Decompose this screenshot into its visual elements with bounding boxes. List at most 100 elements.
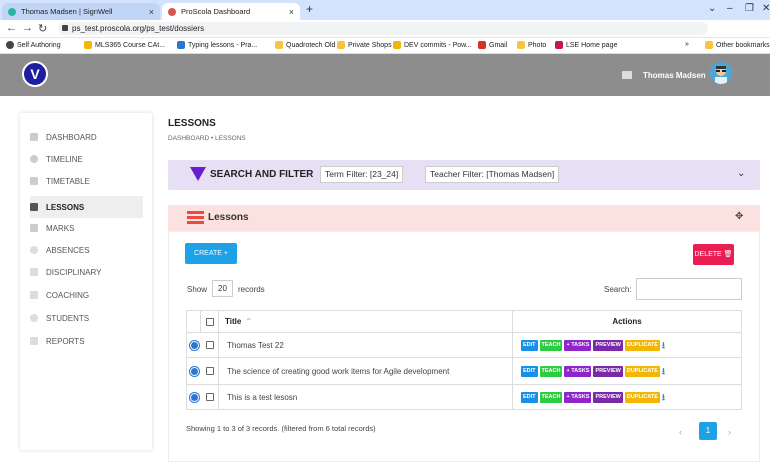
row-checkbox[interactable] bbox=[205, 341, 214, 349]
url-field[interactable]: ps_test.proscola.org/ps_test/dossiers bbox=[58, 22, 708, 35]
close-tab-icon[interactable]: × bbox=[149, 7, 154, 17]
lesson-title[interactable]: Thomas Test 22 bbox=[219, 333, 513, 357]
actions-cell: EDIT TEACH + TASKS PREVIEW DUPLICATE ⭳ bbox=[513, 333, 741, 357]
gmail-icon bbox=[478, 41, 486, 49]
bookmark-item[interactable]: Quadrotech Old bbox=[275, 41, 335, 49]
sidebar-item-absences[interactable]: ABSENCES bbox=[30, 241, 143, 259]
lesson-title[interactable]: This is a test lesosn bbox=[219, 385, 513, 409]
bookmark-item[interactable]: Typing lessons - Pra... bbox=[177, 41, 257, 49]
more-bookmarks-button[interactable]: » bbox=[685, 41, 689, 48]
avatar[interactable] bbox=[710, 62, 732, 84]
term-filter-chip[interactable]: Term Filter: [23_24] bbox=[320, 166, 404, 183]
bookmark-item[interactable]: Gmail bbox=[478, 41, 507, 49]
pagination-current-page[interactable]: 1 bbox=[699, 422, 717, 440]
bookmark-item[interactable]: Self Authoring bbox=[6, 41, 61, 49]
close-tab-icon[interactable]: × bbox=[289, 7, 294, 17]
select-all-checkbox[interactable] bbox=[205, 317, 214, 326]
bookmark-icon bbox=[177, 41, 185, 49]
search-input[interactable] bbox=[636, 278, 742, 300]
sidebar-item-disciplinary[interactable]: DISCIPLINARY bbox=[30, 263, 143, 281]
expand-row-icon[interactable] bbox=[189, 392, 199, 402]
sidebar-item-dashboard[interactable]: DASHBOARD bbox=[30, 128, 143, 146]
sidebar-item-timetable[interactable]: TIMETABLE bbox=[30, 172, 143, 190]
sidebar-item-reports[interactable]: REPORTS bbox=[30, 332, 143, 350]
teach-button[interactable]: TEACH bbox=[539, 339, 563, 351]
chevron-down-icon[interactable]: ⌄ bbox=[737, 168, 745, 179]
download-icon[interactable]: ⭳ bbox=[662, 340, 672, 350]
edit-button[interactable]: EDIT bbox=[521, 391, 538, 403]
back-icon[interactable]: ← bbox=[6, 22, 17, 34]
sort-icon: ⌃ bbox=[245, 317, 253, 326]
duplicate-button[interactable]: DUPLICATE bbox=[624, 391, 660, 403]
expand-cell bbox=[187, 333, 201, 357]
reload-icon[interactable]: ↻ bbox=[38, 22, 47, 35]
sidebar-item-lessons[interactable]: LESSONS bbox=[30, 196, 143, 218]
checkbox-cell bbox=[201, 358, 219, 384]
folder-icon bbox=[705, 41, 713, 49]
bookmark-item[interactable]: DEV commits - Pow... bbox=[393, 41, 472, 49]
students-icon bbox=[30, 314, 38, 322]
forward-icon[interactable]: → bbox=[22, 22, 33, 34]
teacher-filter-chip[interactable]: Teacher Filter: [Thomas Madsen] bbox=[425, 166, 560, 183]
user-name[interactable]: Thomas Madsen bbox=[643, 71, 706, 80]
proscola-favicon-icon bbox=[168, 7, 176, 16]
tasks-button[interactable]: + TASKS bbox=[564, 339, 592, 351]
minimize-button[interactable]: – bbox=[727, 3, 733, 14]
lesson-title[interactable]: The science of creating good work items … bbox=[219, 358, 513, 384]
expand-row-icon[interactable] bbox=[189, 366, 199, 376]
sidebar: DASHBOARD TIMELINE TIMETABLE LESSONS MAR… bbox=[20, 113, 152, 450]
folder-icon bbox=[517, 41, 525, 49]
tab-title: ProScola Dashboard bbox=[181, 7, 251, 16]
records-summary: Showing 1 to 3 of 3 records. (filtered f… bbox=[186, 424, 376, 433]
proscola-logo-icon[interactable]: V bbox=[22, 61, 48, 87]
folder-icon bbox=[337, 41, 345, 49]
bookmark-icon bbox=[6, 41, 14, 49]
create-button[interactable]: CREATE + bbox=[185, 243, 237, 264]
duplicate-button[interactable]: DUPLICATE bbox=[624, 365, 660, 377]
sidebar-item-marks[interactable]: MARKS bbox=[30, 219, 143, 237]
id-card-icon bbox=[622, 71, 632, 79]
duplicate-button[interactable]: DUPLICATE bbox=[624, 339, 660, 351]
close-window-button[interactable]: ✕ bbox=[762, 3, 770, 14]
title-column-header[interactable]: Title ⌃ bbox=[219, 311, 513, 332]
download-icon[interactable]: ⭳ bbox=[662, 366, 672, 376]
tab-search-icon[interactable]: ⌄ bbox=[708, 3, 716, 14]
move-icon[interactable]: ✥ bbox=[735, 211, 743, 222]
preview-button[interactable]: PREVIEW bbox=[593, 365, 623, 377]
bookmark-item[interactable]: Other bookmarks bbox=[705, 41, 770, 49]
tasks-button[interactable]: + TASKS bbox=[564, 365, 592, 377]
search-label: Search: bbox=[604, 285, 632, 294]
expand-row-icon[interactable] bbox=[189, 340, 199, 350]
records-label: records bbox=[238, 285, 265, 294]
maximize-button[interactable]: ❐ bbox=[745, 3, 754, 14]
bookmark-item[interactable]: Photo bbox=[517, 41, 546, 49]
edit-button[interactable]: EDIT bbox=[521, 365, 538, 377]
checkbox-cell bbox=[201, 333, 219, 357]
browser-tab-proscola[interactable]: ProScola Dashboard × bbox=[162, 3, 300, 20]
teach-button[interactable]: TEACH bbox=[539, 391, 563, 403]
browser-tab-signwell[interactable]: Thomas Madsen | SignWell × bbox=[2, 3, 160, 20]
preview-button[interactable]: PREVIEW bbox=[593, 391, 623, 403]
page-size-select[interactable]: 20 bbox=[212, 280, 233, 297]
row-checkbox[interactable] bbox=[205, 393, 214, 401]
new-tab-button[interactable]: + bbox=[306, 2, 313, 16]
bookmark-icon bbox=[555, 41, 563, 49]
sidebar-item-students[interactable]: STUDENTS bbox=[30, 309, 143, 327]
list-icon bbox=[187, 211, 204, 225]
row-checkbox[interactable] bbox=[205, 367, 214, 375]
sidebar-item-timeline[interactable]: TIMELINE bbox=[30, 150, 143, 168]
pagination-next-button[interactable]: › bbox=[728, 427, 731, 437]
show-label: Show bbox=[187, 285, 208, 294]
edit-button[interactable]: EDIT bbox=[521, 339, 538, 351]
breadcrumb[interactable]: DASHBOARD • LESSONS bbox=[168, 135, 246, 142]
download-icon[interactable]: ⭳ bbox=[662, 392, 672, 402]
sidebar-item-coaching[interactable]: COACHING bbox=[30, 286, 143, 304]
delete-button[interactable]: DELETE 🗑 bbox=[693, 244, 734, 265]
tasks-button[interactable]: + TASKS bbox=[564, 391, 592, 403]
bookmark-item[interactable]: MLS365 Course CAt... bbox=[84, 41, 165, 49]
pagination-prev-button[interactable]: ‹ bbox=[679, 427, 682, 437]
bookmark-item[interactable]: LSE Home page bbox=[555, 41, 617, 49]
teach-button[interactable]: TEACH bbox=[539, 365, 563, 377]
preview-button[interactable]: PREVIEW bbox=[593, 339, 623, 351]
bookmark-item[interactable]: Private Shops bbox=[337, 41, 392, 49]
